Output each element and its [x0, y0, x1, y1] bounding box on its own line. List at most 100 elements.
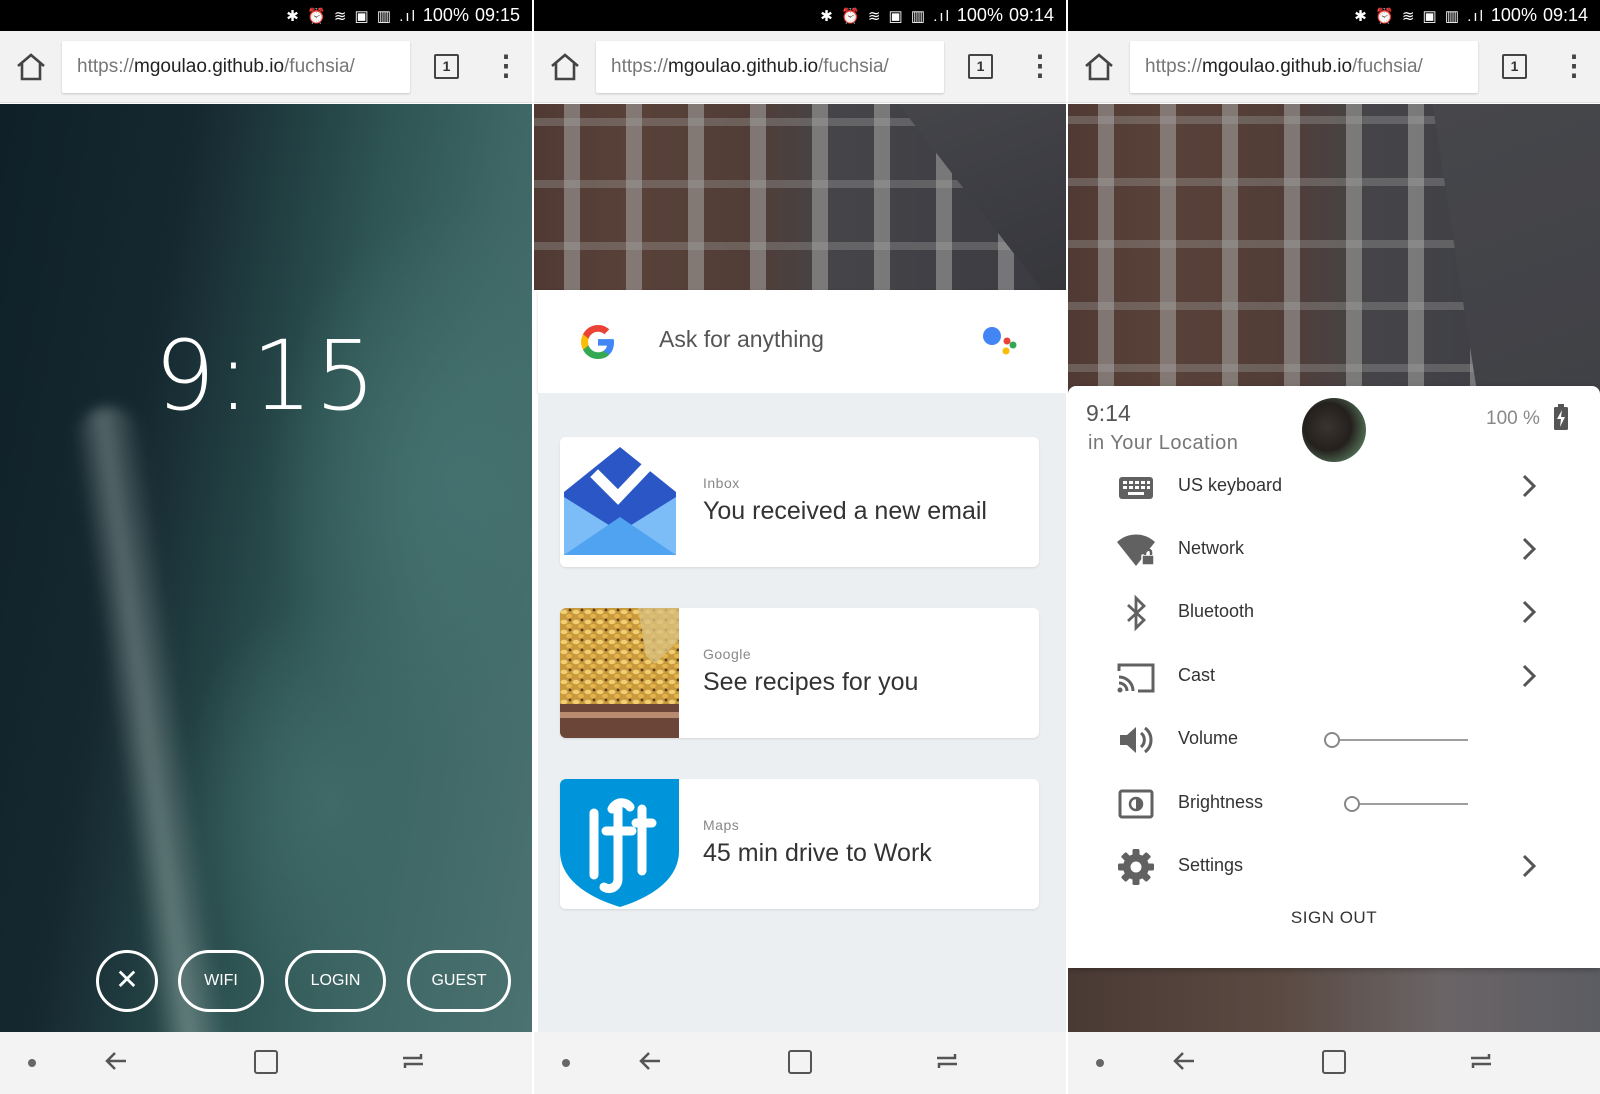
- qs-row-settings[interactable]: Settings: [1116, 842, 1556, 892]
- status-clock: 09:15: [474, 5, 520, 25]
- status-icons: ✱ ⏰ ≋ ▣ ▥ .ıl: [286, 7, 417, 25]
- quick-settings-panel: ✱ ⏰ ≋ ▣ ▥ .ıl 100% 09:14 https://mgoulao…: [1068, 0, 1600, 1094]
- inbox-icon: [560, 437, 679, 567]
- android-nav-bar: [1068, 1032, 1600, 1094]
- status-icons: ✱ ⏰ ≋ ▣ ▥ .ıl: [1354, 7, 1485, 25]
- login-button[interactable]: LOGIN: [285, 950, 386, 1012]
- qs-time: 9:14: [1086, 400, 1131, 426]
- assistant-icon[interactable]: [982, 324, 1018, 358]
- brightness-slider-thumb[interactable]: [1344, 796, 1360, 812]
- qs-row-network[interactable]: Network: [1116, 525, 1556, 575]
- qs-row-label: Cast: [1178, 665, 1216, 685]
- status-clock: 09:14: [1008, 5, 1054, 25]
- chevron-right-icon: [1522, 854, 1537, 878]
- qs-row-bluetooth[interactable]: Bluetooth: [1116, 588, 1556, 638]
- close-button[interactable]: ✕: [96, 950, 158, 1012]
- card-message: See recipes for you: [703, 668, 919, 696]
- cast-icon: [1117, 663, 1155, 693]
- recents-icon[interactable]: [1322, 1050, 1346, 1074]
- gear-icon: [1118, 849, 1154, 885]
- home-icon[interactable]: [14, 51, 48, 83]
- url-field[interactable]: https://mgoulao.github.io/fuchsia/: [1130, 41, 1478, 93]
- browser-toolbar: https://mgoulao.github.io/fuchsia/ 1 ⋮: [534, 31, 1066, 103]
- card-source: Maps: [703, 817, 740, 833]
- back-icon[interactable]: [104, 1046, 130, 1076]
- ocean-wallpaper: [0, 104, 532, 1094]
- sign-out-button[interactable]: SIGN OUT: [1068, 908, 1600, 928]
- assistant-search-bar[interactable]: Ask for anything: [538, 290, 1066, 393]
- overflow-menu-icon[interactable]: ⋮: [1026, 51, 1054, 83]
- recipe-photo: [560, 608, 679, 738]
- lock-screen-panel: ✱ ⏰ ≋ ▣ ▥ .ıl 100% 09:15 https://mgoulao…: [0, 0, 532, 1094]
- url-host: mgoulao.github.io: [134, 56, 285, 77]
- recents-icon[interactable]: [254, 1050, 278, 1074]
- browser-toolbar: https://mgoulao.github.io/fuchsia/ 1 ⋮: [0, 31, 532, 103]
- nav-dot-icon[interactable]: [1096, 1059, 1104, 1067]
- feed-panel: ✱ ⏰ ≋ ▣ ▥ .ıl 100% 09:14 https://mgoulao…: [534, 0, 1066, 1094]
- status-clock: 09:14: [1542, 5, 1588, 25]
- nav-dot-icon[interactable]: [562, 1059, 570, 1067]
- qs-row-label: Bluetooth: [1178, 601, 1255, 621]
- url-host: mgoulao.github.io: [668, 56, 819, 77]
- quick-settings-sheet: 9:14 in Your Location 100 % US keyboard: [1068, 386, 1600, 968]
- building-base: [1068, 968, 1600, 1032]
- qs-row-keyboard[interactable]: US keyboard: [1116, 462, 1556, 512]
- back-icon[interactable]: [638, 1046, 664, 1076]
- android-nav-bar: [534, 1032, 1066, 1094]
- tab-switcher-button[interactable]: 1: [1502, 54, 1527, 79]
- url-field[interactable]: https://mgoulao.github.io/fuchsia/: [62, 41, 410, 93]
- ist-shield-icon: [560, 779, 679, 909]
- overflow-menu-icon[interactable]: ⋮: [492, 51, 520, 83]
- card-message: You received a new email: [703, 497, 987, 525]
- qs-row-cast[interactable]: Cast: [1116, 652, 1556, 702]
- suggestion-feed: Inbox You received a new email Google Se…: [538, 393, 1066, 1032]
- brightness-slider-track[interactable]: [1352, 803, 1468, 805]
- url-scheme: https://: [611, 56, 669, 77]
- chevron-right-icon: [1522, 600, 1537, 624]
- bluetooth-icon: [1127, 594, 1147, 632]
- qs-battery-level: 100 %: [1486, 408, 1540, 429]
- chevron-right-icon: [1522, 474, 1537, 498]
- volume-slider-thumb[interactable]: [1324, 732, 1340, 748]
- nav-dot-icon[interactable]: [28, 1059, 36, 1067]
- switch-apps-icon[interactable]: [1468, 1048, 1494, 1074]
- keyboard-icon: [1119, 477, 1153, 499]
- browser-toolbar: https://mgoulao.github.io/fuchsia/ 1 ⋮: [1068, 31, 1600, 103]
- overflow-menu-icon[interactable]: ⋮: [1560, 51, 1588, 83]
- switch-apps-icon[interactable]: [400, 1048, 426, 1074]
- url-host: mgoulao.github.io: [1202, 56, 1353, 77]
- inbox-card[interactable]: Inbox You received a new email: [560, 437, 1039, 567]
- tab-switcher-button[interactable]: 1: [434, 54, 459, 79]
- switch-apps-icon[interactable]: [934, 1048, 960, 1074]
- wallpaper-dim: [534, 104, 1066, 290]
- qs-row-label: Volume: [1178, 728, 1239, 748]
- card-source: Inbox: [703, 475, 740, 491]
- volume-slider-track[interactable]: [1332, 739, 1468, 741]
- url-field[interactable]: https://mgoulao.github.io/fuchsia/: [596, 41, 944, 93]
- recents-icon[interactable]: [788, 1050, 812, 1074]
- qs-row-label: Brightness: [1178, 792, 1264, 812]
- status-bar: ✱ ⏰ ≋ ▣ ▥ .ıl 100% 09:14: [534, 0, 1066, 31]
- status-icons: ✱ ⏰ ≋ ▣ ▥ .ıl: [820, 7, 951, 25]
- google-logo-icon: [581, 325, 614, 359]
- tab-switcher-button[interactable]: 1: [968, 54, 993, 79]
- wifi-lock-icon: [1117, 534, 1155, 566]
- battery-charging-icon: [1554, 404, 1568, 430]
- battery-percent: 100%: [956, 5, 1003, 25]
- avatar[interactable]: [1302, 398, 1366, 462]
- guest-button[interactable]: GUEST: [407, 950, 511, 1012]
- card-message: 45 min drive to Work: [703, 839, 932, 867]
- url-path: /fuchsia/: [818, 56, 889, 77]
- qs-location: in Your Location: [1088, 432, 1239, 454]
- maps-card[interactable]: Maps 45 min drive to Work: [560, 779, 1039, 909]
- android-nav-bar: [0, 1032, 532, 1094]
- chevron-right-icon: [1522, 537, 1537, 561]
- url-scheme: https://: [77, 56, 135, 77]
- volume-icon: [1120, 726, 1153, 754]
- home-icon[interactable]: [548, 51, 582, 83]
- home-icon[interactable]: [1082, 51, 1116, 83]
- recipes-card[interactable]: Google See recipes for you: [560, 608, 1039, 738]
- qs-row-brightness: Brightness: [1116, 779, 1556, 829]
- wifi-button[interactable]: WIFI: [178, 950, 264, 1012]
- back-icon[interactable]: [1172, 1046, 1198, 1076]
